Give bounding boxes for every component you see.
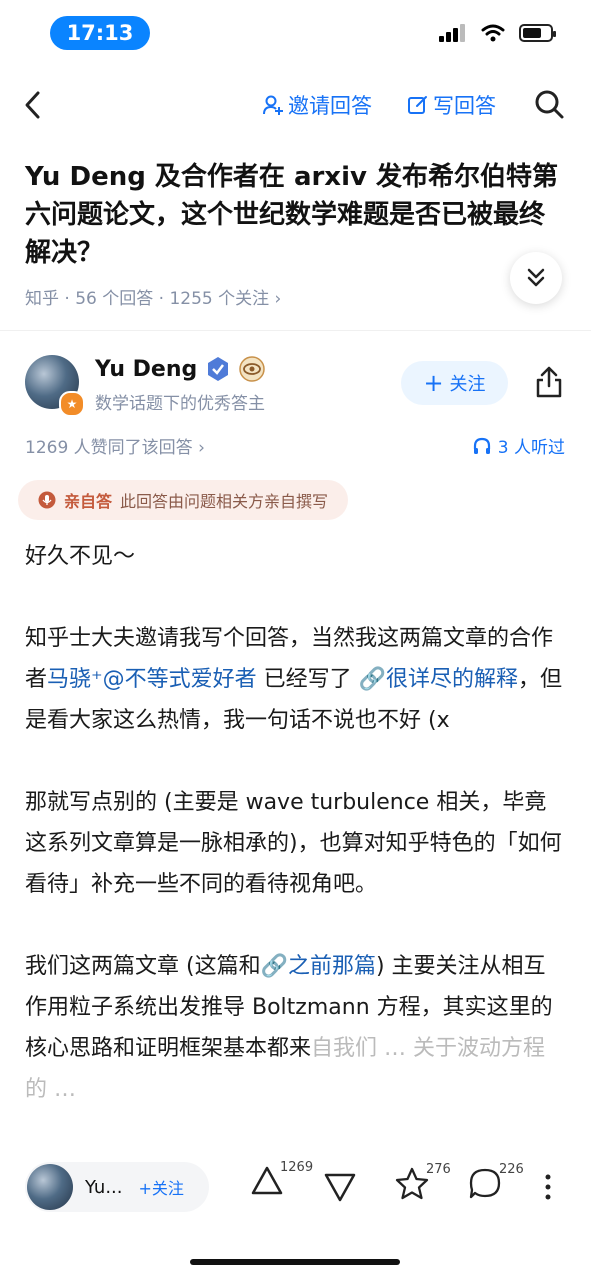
self-answer-tag: 亲自答 此回答由问题相关方亲自撰写 [18,480,349,520]
listen-button[interactable]: 3 人听过 [472,433,565,458]
status-time: 17:13 [50,16,150,50]
collapse-button[interactable] [510,252,562,304]
double-chevron-down-icon [527,268,545,287]
question-title[interactable]: Yu Deng 及合作者在 arxiv 发布希尔伯特第六问题论文，这个世纪数学难… [25,158,560,272]
edit-icon [408,96,427,114]
mini-author-name: Yu... [85,1176,123,1198]
answer-content: 好久不见～ 知乎士大夫邀请我写个回答，当然我这两篇文章的合作者马骁⁺@不等式爱好… [25,536,565,1151]
plus-icon: + [423,369,444,397]
upvote-triangle-icon [251,1166,283,1195]
invite-answer-button[interactable]: 邀请回答 [262,90,372,120]
author-description: 数学话题下的优秀答主 [95,394,265,414]
mention-link[interactable]: 马骁⁺@不等式爱好者 [47,667,257,692]
signal-icon [439,24,467,42]
question-meta[interactable]: 知乎 · 56 个回答 · 1255 个关注 › [25,284,281,309]
author-name[interactable]: Yu Deng [95,356,265,382]
mini-avatar[interactable] [27,1164,73,1210]
paragraph: 好久不见～ [25,544,136,569]
headphones-icon [473,437,490,454]
invite-user-icon [263,95,283,115]
favorite-button[interactable]: 276 [394,1162,451,1202]
write-answer-button[interactable]: 写回答 [407,90,496,120]
verified-badge-icon [208,357,229,381]
mini-author-chip[interactable]: Yu... +关注 [25,1162,209,1212]
back-arrow-icon[interactable] [22,90,44,120]
paragraph: 那就写点别的 (主要是 wave turbulence 相关，毕竟这系列文章算是… [25,790,562,897]
eye-badge-icon [239,356,265,382]
wifi-icon [481,24,505,42]
star-icon [395,1167,429,1200]
previous-paper-link[interactable]: 🔗之前那篇 [261,954,376,979]
downvote-button[interactable] [323,1170,357,1208]
status-icons [439,24,556,42]
downvote-triangle-icon [324,1173,356,1202]
explanation-link[interactable]: 🔗很详尽的解释 [359,667,518,692]
upvote-count-line[interactable]: 1269 人赞同了该回答 › [25,433,205,458]
share-icon[interactable] [534,365,564,399]
follow-button[interactable]: + 关注 [401,361,508,405]
upvote-button[interactable]: 1269 [250,1160,313,1198]
star-badge-icon: ★ [59,391,85,417]
mini-follow-button[interactable]: +关注 [139,1175,184,1199]
more-options-icon[interactable] [540,1172,556,1202]
paragraph: 我们这两篇文章 (这篇和🔗之前那篇) 主要关注从相互作用粒子系统出发推导 Bol… [25,954,553,1102]
battery-icon [519,24,556,42]
home-indicator[interactable] [190,1259,400,1265]
comment-button[interactable]: 226 [467,1162,524,1202]
paragraph: 知乎士大夫邀请我写个回答，当然我这两篇文章的合作者马骁⁺@不等式爱好者 已经写了… [25,626,563,733]
mic-badge-icon [38,491,56,509]
search-icon[interactable] [533,88,565,120]
divider [0,330,591,331]
comment-bubble-icon [469,1168,501,1199]
